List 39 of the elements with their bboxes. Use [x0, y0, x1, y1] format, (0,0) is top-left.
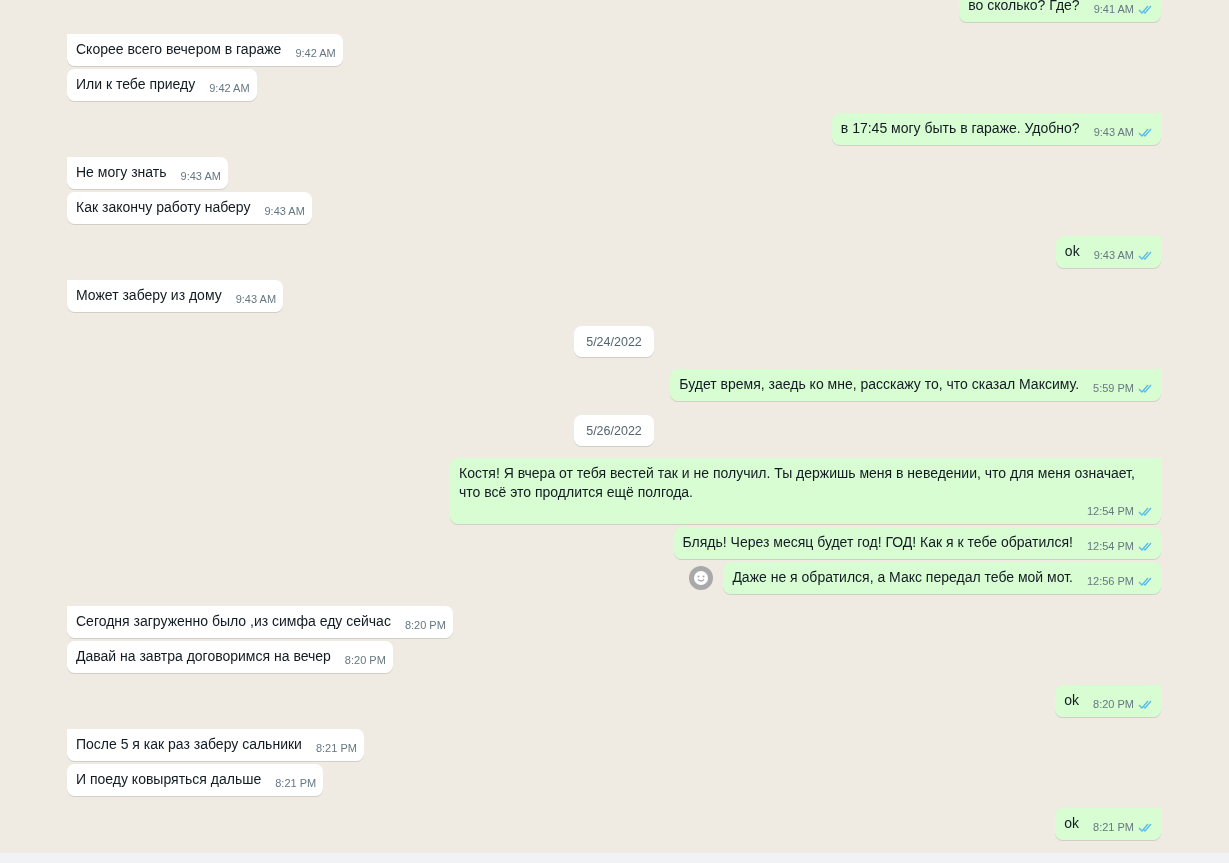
message-time: 12:56 PM [1086, 574, 1134, 589]
date-chip: 5/26/2022 [574, 415, 654, 446]
message-time: 12:54 PM [1086, 539, 1134, 554]
message-time: 9:43 AM [1093, 125, 1134, 140]
message-time: 9:42 AM [295, 46, 336, 61]
message-text: И поеду ковыряться дальше [76, 770, 262, 789]
message-text: Или к тебе приеду [76, 75, 196, 94]
message-time: 9:43 AM [264, 204, 305, 219]
message-text: во сколько? Где? [968, 0, 1080, 15]
message-time: 9:43 AM [180, 169, 221, 184]
message-time: 9:43 AM [1093, 248, 1134, 263]
message-text: Давай на завтра договоримся на вечер [76, 647, 331, 666]
message-text: Не могу знать [76, 163, 167, 182]
date-chip: 5/24/2022 [574, 326, 654, 357]
message-text: Костя! Я вчера от тебя вестей так и не получил. Ты держишь меня в неведении, что для меня означает, что всё это продлится ещё полгода. [459, 464, 1136, 502]
message-text: ok [1064, 691, 1080, 710]
message-text: Сегодня загруженно было ,из симфа еду сейчас [76, 612, 391, 631]
message-text: ok [1064, 814, 1080, 833]
message-text: Будет время, заедь ко мне, расскажу то, что сказал Максиму. [679, 375, 1080, 394]
message-text: Даже не я обратился, а Макс передал тебе мой мот. [732, 568, 1073, 587]
message-time: 5:59 PM [1093, 381, 1134, 396]
message-time: 9:41 AM [1093, 2, 1134, 17]
message-time: 8:21 PM [1093, 820, 1134, 835]
message-time: 8:20 PM [344, 653, 386, 668]
message-text: ok [1064, 242, 1080, 261]
message-text: Может заберу из дому [76, 286, 222, 305]
message-text: Скорее всего вечером в гараже [76, 40, 282, 59]
message-time: 8:21 PM [275, 776, 317, 791]
message-time: 9:43 AM [235, 292, 277, 307]
message-time: 9:42 AM [209, 81, 250, 96]
emoji-reaction-icon[interactable] [689, 566, 714, 590]
message-time: 8:20 PM [1093, 697, 1134, 712]
message-text: в 17:45 могу быть в гараже. Удобно? [840, 119, 1080, 138]
message-time: 12:54 PM [1086, 504, 1134, 519]
message-text: Как закончу работу наберу [76, 198, 251, 217]
message-text: После 5 я как раз заберу сальники [76, 735, 302, 754]
message-time: 8:20 PM [404, 618, 446, 633]
message-text: Блядь! Через месяц будет год! ГОД! Как я к тебе обратился! [682, 533, 1073, 552]
message-time: 8:21 PM [315, 741, 357, 756]
